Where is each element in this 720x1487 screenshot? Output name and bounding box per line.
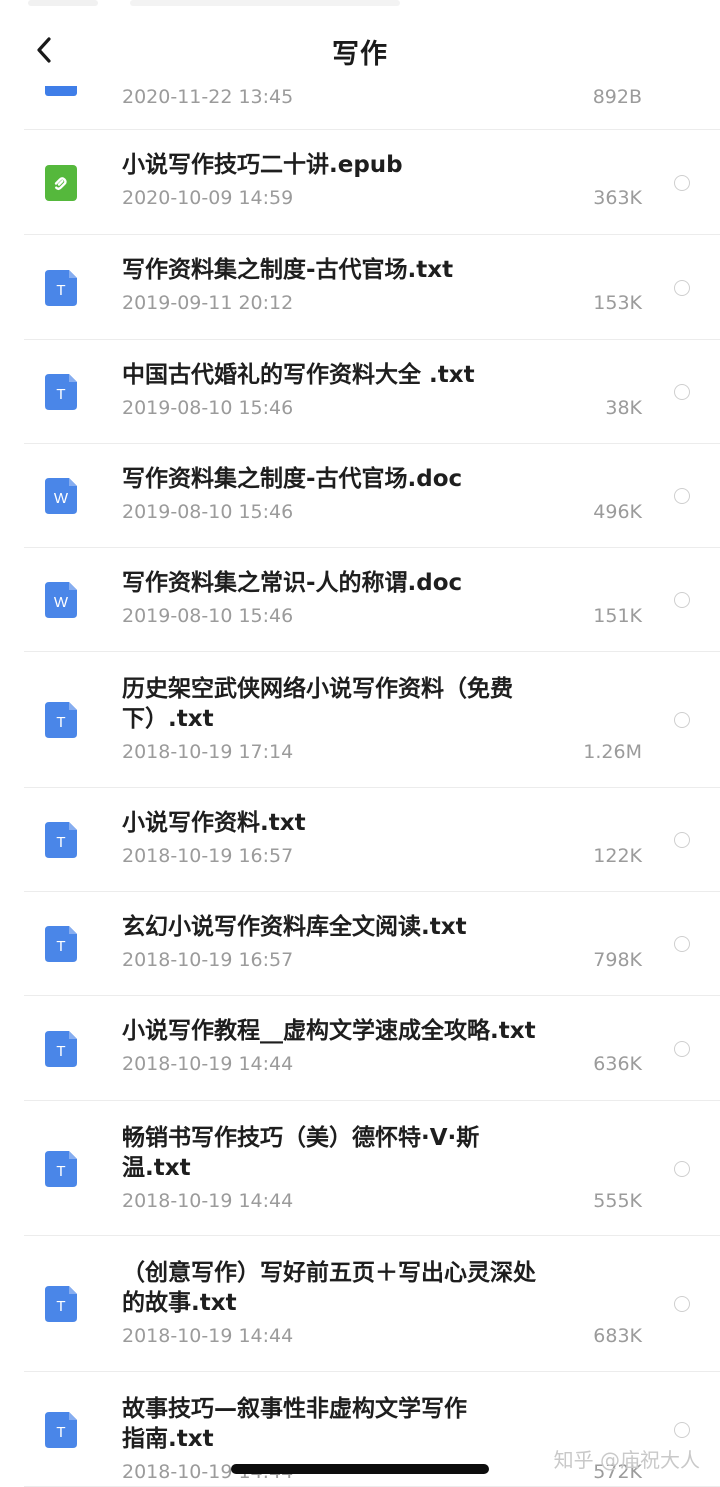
file-name-line: 故事技巧—叙事性非虚构文学写作 bbox=[122, 1396, 467, 1422]
svg-text:T: T bbox=[56, 386, 65, 403]
svg-text:T: T bbox=[56, 1163, 65, 1180]
file-name: 小说写作技巧二十讲.epub bbox=[122, 152, 403, 178]
file-name-line: 温.txt bbox=[122, 1155, 191, 1181]
select-radio[interactable] bbox=[674, 1160, 690, 1177]
file-size: 496K bbox=[593, 501, 642, 523]
file-row[interactable]: T 小说写作教程__虚构文学速成全攻略.txt 2018-10-19 14:44 63… bbox=[0, 996, 720, 1101]
file-date: 2020-10-09 14:59 bbox=[122, 187, 294, 209]
word-file-icon: W bbox=[45, 478, 77, 514]
status-bar-ghost bbox=[28, 0, 98, 6]
file-name-line: 历史架空武侠网络小说写作资料（免费 bbox=[122, 676, 513, 702]
file-size: 151K bbox=[593, 605, 642, 627]
txt-file-icon: T bbox=[45, 926, 77, 962]
svg-text:W: W bbox=[54, 594, 69, 611]
select-radio[interactable] bbox=[674, 279, 690, 296]
file-row[interactable]: T 历史架空武侠网络小说写作资料（免费 下）.txt 2018-10-19 17:14… bbox=[0, 652, 720, 788]
file-row[interactable]: W 写作资料集之制度-古代官场.doc 2019-08-10 15:46 496K bbox=[0, 444, 720, 548]
svg-text:T: T bbox=[56, 938, 65, 955]
file-name-line: 指南.txt bbox=[122, 1426, 214, 1452]
file-size: 122K bbox=[593, 845, 642, 867]
file-name-line: 畅销书写作技巧（美）德怀特·V·斯 bbox=[122, 1125, 480, 1151]
txt-file-icon: T bbox=[45, 1030, 77, 1067]
select-radio[interactable] bbox=[674, 384, 690, 400]
select-radio[interactable] bbox=[674, 174, 690, 191]
file-row[interactable]: T 玄幻小说写作资料库全文阅读.txt 2018-10-19 16:57 798K bbox=[0, 892, 720, 996]
file-date: 2019-08-10 15:46 bbox=[122, 397, 294, 419]
epub-file-icon bbox=[45, 164, 77, 201]
file-name: 中国古代婚礼的写作资料大全 .txt bbox=[122, 362, 475, 388]
select-radio[interactable] bbox=[674, 1421, 690, 1438]
word-file-icon: W bbox=[45, 582, 77, 618]
svg-text:T: T bbox=[56, 282, 65, 299]
file-date: 2019-09-11 20:12 bbox=[122, 292, 294, 314]
file-date: 2018-10-19 16:57 bbox=[122, 845, 294, 867]
txt-file-icon: T bbox=[45, 1286, 77, 1322]
navigation-bar: 写作 bbox=[0, 14, 720, 86]
txt-file-icon: T bbox=[45, 269, 77, 306]
file-date: 2018-10-19 14:44 bbox=[122, 1190, 294, 1212]
file-date: 2018-10-19 14:44 bbox=[122, 1325, 294, 1347]
file-name: 写作资料集之制度-古代官场.txt bbox=[122, 257, 454, 283]
file-size: 798K bbox=[593, 949, 642, 971]
file-row[interactable]: T 中国古代婚礼的写作资料大全 .txt 2019-08-10 15:46 38K bbox=[0, 340, 720, 444]
file-date: 2019-08-10 15:46 bbox=[122, 605, 294, 627]
file-date: 2019-08-10 15:46 bbox=[122, 501, 294, 523]
svg-text:T: T bbox=[56, 1298, 65, 1315]
svg-text:T: T bbox=[56, 834, 65, 851]
select-radio[interactable] bbox=[674, 592, 690, 608]
file-row[interactable]: W 写作资料集之常识-人的称谓.doc 2019-08-10 15:46 151K bbox=[0, 548, 720, 652]
file-name: 玄幻小说写作资料库全文阅读.txt bbox=[122, 914, 467, 940]
txt-file-icon: T bbox=[45, 702, 77, 738]
select-radio[interactable] bbox=[674, 1040, 690, 1057]
txt-file-icon: T bbox=[45, 1150, 77, 1187]
svg-text:T: T bbox=[56, 714, 65, 731]
file-size: 153K bbox=[593, 292, 642, 314]
txt-file-icon: T bbox=[45, 822, 77, 858]
file-row[interactable]: T 写作资料集之制度-古代官场.txt 2019-09-11 20:12 153K bbox=[0, 235, 720, 340]
svg-text:T: T bbox=[56, 1424, 65, 1441]
txt-file-icon: T bbox=[45, 374, 77, 410]
top-fade bbox=[0, 0, 720, 14]
file-name: 小说写作教程__虚构文学速成全攻略.txt bbox=[122, 1018, 536, 1044]
file-date: 2018-10-19 14:44 bbox=[122, 1053, 294, 1075]
select-radio[interactable] bbox=[674, 832, 690, 848]
page-title: 写作 bbox=[332, 39, 388, 70]
file-name: 写作资料集之制度-古代官场.doc bbox=[122, 466, 463, 492]
file-row[interactable]: T 畅销书写作技巧（美）德怀特·V·斯 温.txt 2018-10-19 14:44 5… bbox=[0, 1101, 720, 1236]
file-name-line: 的故事.txt bbox=[122, 1290, 237, 1316]
svg-text:W: W bbox=[54, 490, 69, 507]
file-row[interactable]: T （创意写作）写好前五页＋写出心灵深处 的故事.txt 2018-10-19 14:… bbox=[0, 1236, 720, 1372]
file-name-line: （创意写作）写好前五页＋写出心灵深处 bbox=[122, 1260, 536, 1286]
select-radio[interactable] bbox=[674, 1296, 690, 1312]
home-indicator bbox=[231, 1464, 489, 1474]
select-radio[interactable] bbox=[674, 712, 690, 728]
svg-text:T: T bbox=[56, 1043, 65, 1060]
file-date: 2018-10-19 17:14 bbox=[122, 741, 294, 763]
file-name-line: 下）.txt bbox=[122, 706, 214, 732]
status-bar-ghost bbox=[130, 0, 400, 6]
txt-file-icon bbox=[45, 86, 77, 96]
file-size: 683K bbox=[593, 1325, 642, 1347]
file-size: 555K bbox=[593, 1190, 642, 1212]
file-date: 2020-11-22 13:45 bbox=[122, 86, 294, 108]
file-size: 892B bbox=[592, 86, 642, 108]
file-size: 363K bbox=[593, 187, 642, 209]
file-name: 小说写作资料.txt bbox=[122, 810, 306, 836]
file-size: 1.26M bbox=[583, 741, 642, 763]
file-row[interactable]: T 小说写作资料.txt 2018-10-19 16:57 122K bbox=[0, 788, 720, 892]
txt-file-icon: T bbox=[45, 1411, 77, 1448]
file-name: 写作资料集之常识-人的称谓.doc bbox=[122, 570, 463, 596]
file-size: 636K bbox=[593, 1053, 642, 1075]
watermark: 知乎 @庙祝大人 bbox=[553, 1448, 700, 1472]
file-date: 2018-10-19 16:57 bbox=[122, 949, 294, 971]
select-radio[interactable] bbox=[674, 488, 690, 504]
select-radio[interactable] bbox=[674, 936, 690, 952]
file-size: 38K bbox=[605, 397, 642, 419]
file-row[interactable]: 小说写作技巧二十讲.epub 2020-10-09 14:59 363K bbox=[0, 130, 720, 235]
